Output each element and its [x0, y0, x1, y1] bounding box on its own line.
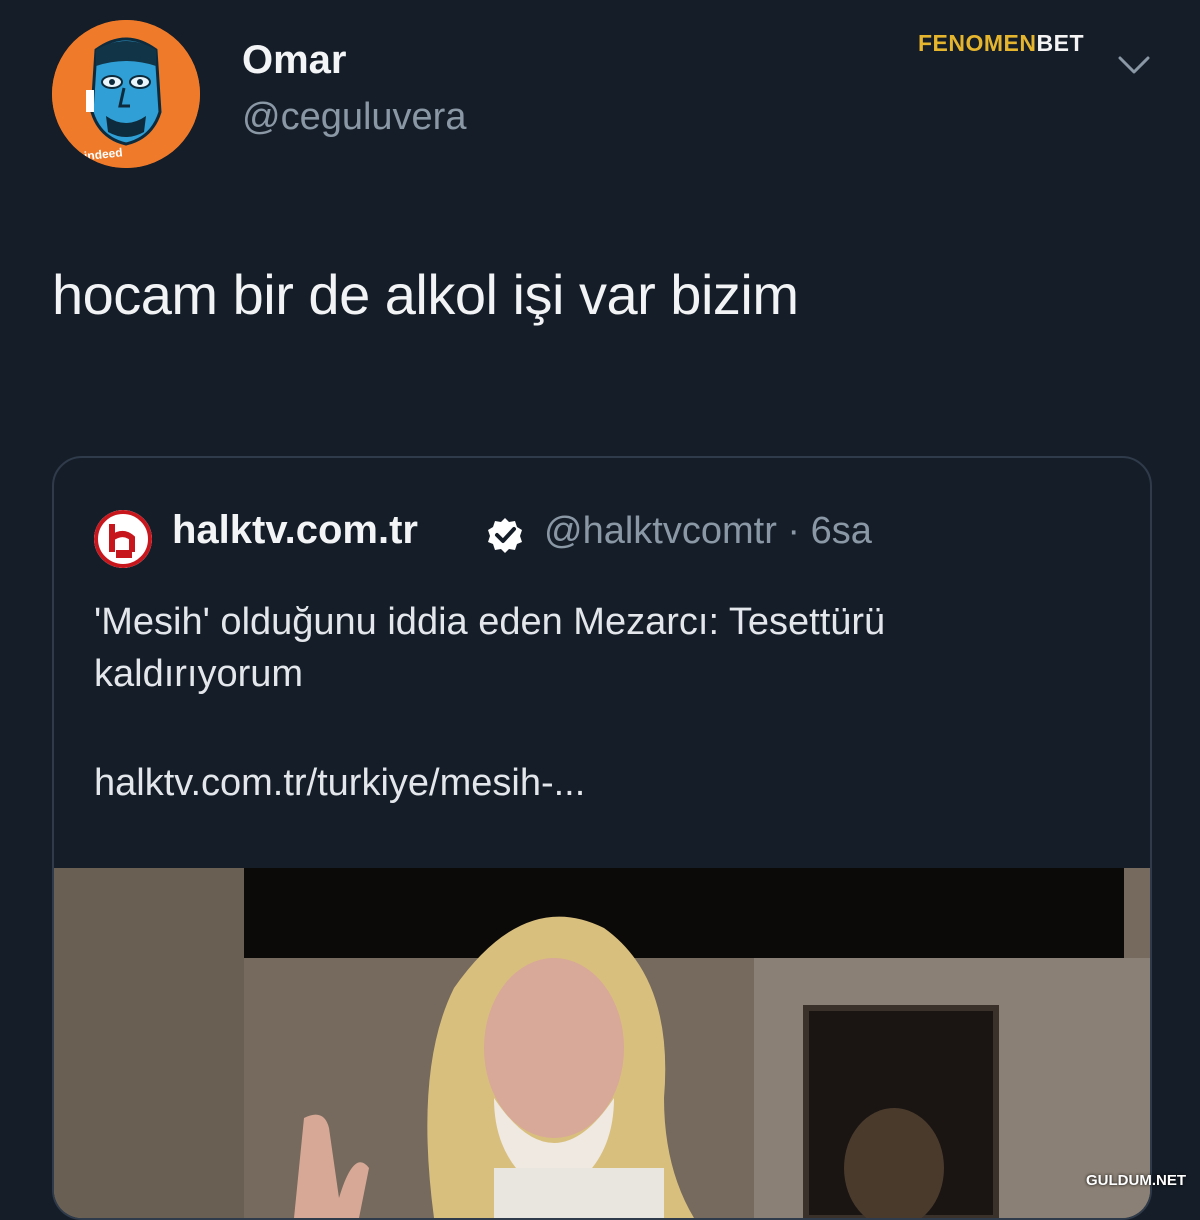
halktv-logo-icon: [94, 510, 152, 568]
brand-logo: FENOMENBET: [918, 30, 1084, 57]
author-handle[interactable]: @ceguluvera: [242, 96, 466, 139]
tweet-text: hocam bir de alkol işi var bizim: [52, 263, 799, 326]
chevron-down-icon[interactable]: [1114, 50, 1154, 80]
quoted-tweet-link[interactable]: halktv.com.tr/turkiye/mesih-...: [94, 762, 585, 805]
brand-logo-part1: FEN: [918, 30, 966, 56]
verified-badge-icon: [486, 516, 524, 554]
brand-logo-part2: OMEN: [965, 30, 1037, 56]
quoted-author-name[interactable]: halktv.com.tr: [172, 508, 418, 553]
author-avatar[interactable]: h. indeed: [52, 20, 200, 168]
cartoon-face-avatar-icon: [52, 20, 200, 168]
author-display-name[interactable]: Omar: [242, 38, 347, 83]
quoted-tweet-photo[interactable]: [54, 868, 1150, 1218]
quoted-tweet-text: 'Mesih' olduğunu iddia eden Mezarcı: Tes…: [94, 601, 886, 695]
photo-image: [54, 868, 1150, 1218]
quoted-tweet-card[interactable]: halktv.com.tr @halktvcomtr · 6sa 'Mesih'…: [52, 456, 1152, 1220]
quoted-author-handle-time: @halktvcomtr · 6sa: [544, 510, 872, 552]
watermark: GULDUM.NET: [1086, 1172, 1186, 1189]
quoted-author-avatar[interactable]: [94, 510, 152, 568]
brand-logo-part3: BET: [1036, 30, 1084, 56]
